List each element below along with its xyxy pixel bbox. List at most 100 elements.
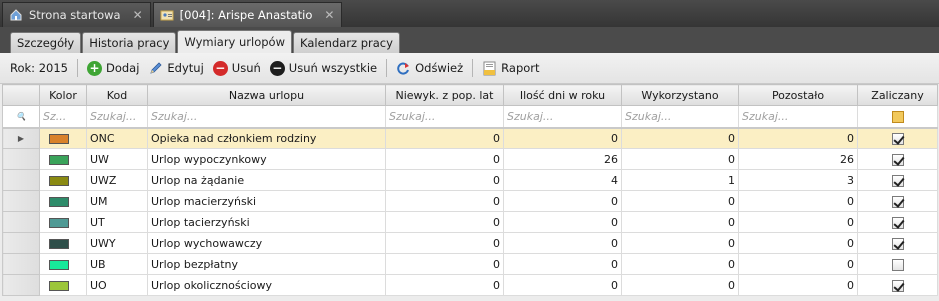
table-row[interactable]: UB Urlop bezpłatny 0 0 0 0 (2, 253, 938, 275)
filter-color[interactable]: Sz... (39, 105, 87, 129)
edit-button[interactable]: Edytuj (148, 61, 204, 76)
column-header-name[interactable]: Nazwa urlopu (147, 84, 386, 106)
filter-row: 🔍 Sz... Szukaj... Szukaj... Szukaj... Sz… (2, 105, 938, 129)
sub-tabs: Szczegóły Historia pracy Wymiary urlopów… (0, 27, 939, 53)
counted-checkbox[interactable] (891, 153, 904, 166)
doc-tab-home[interactable]: Strona startowa ✕ (2, 2, 151, 27)
table-row[interactable]: UM Urlop macierzyński 0 0 0 0 (2, 190, 938, 212)
used-cell: 0 (621, 148, 739, 170)
tab-work-history[interactable]: Historia pracy (82, 32, 177, 53)
remaining-cell: 0 (738, 232, 858, 254)
color-swatch (49, 217, 69, 228)
counted-cell (857, 127, 938, 149)
column-header-code[interactable]: Kod (86, 84, 148, 106)
report-button[interactable]: Raport (482, 61, 540, 76)
filter-name[interactable]: Szukaj... (147, 105, 386, 129)
column-header-carryover[interactable]: Niewyk. z pop. lat (385, 84, 504, 106)
year-selector[interactable]: Rok: 2015 (10, 61, 68, 75)
table-row[interactable]: UWZ Urlop na żądanie 0 4 1 3 (2, 169, 938, 191)
table-row[interactable]: UT Urlop tacierzyński 0 0 0 0 (2, 211, 938, 233)
filter-used[interactable]: Szukaj... (621, 105, 739, 129)
column-header-used[interactable]: Wykorzystano (621, 84, 739, 106)
name-cell: Urlop tacierzyński (147, 211, 386, 233)
close-icon[interactable]: ✕ (133, 8, 143, 22)
row-indicator[interactable] (2, 253, 40, 275)
close-icon[interactable]: ✕ (324, 8, 334, 22)
table-row[interactable]: UWY Urlop wychowawczy 0 0 0 0 (2, 232, 938, 254)
used-cell: 1 (621, 169, 739, 191)
edit-button-label: Edytuj (167, 61, 204, 75)
toolbar-separator (386, 59, 388, 77)
used-cell: 0 (621, 232, 739, 254)
color-swatch (49, 154, 69, 165)
color-cell (39, 148, 87, 170)
row-indicator[interactable]: ▶ (2, 127, 40, 149)
counted-cell (857, 190, 938, 212)
row-indicator[interactable] (2, 232, 40, 254)
row-indicator[interactable] (2, 148, 40, 170)
row-indicator[interactable] (2, 169, 40, 191)
name-cell: Urlop wychowawczy (147, 232, 386, 254)
table-row[interactable]: ▶ ONC Opieka nad członkiem rodziny 0 0 0 0 (2, 127, 938, 149)
code-cell: UB (86, 253, 148, 275)
delete-all-button[interactable]: − Usuń wszystkie (269, 60, 377, 76)
color-cell (39, 211, 87, 233)
delete-button[interactable]: − Usuń (212, 60, 261, 76)
counted-cell (857, 232, 938, 254)
remaining-cell: 0 (738, 127, 858, 149)
leave-table: Kolor Kod Nazwa urlopu Niewyk. z pop. la… (2, 84, 938, 296)
column-header-days-per-year[interactable]: Ilość dni w roku (503, 84, 622, 106)
toolbar-separator (472, 59, 474, 77)
row-indicator[interactable] (2, 211, 40, 233)
counted-checkbox[interactable] (891, 174, 904, 187)
filter-search-icon: 🔍 (2, 105, 40, 129)
refresh-button[interactable]: Odśwież (396, 61, 463, 76)
days-per-year-cell: 0 (503, 190, 622, 212)
refresh-button-label: Odśwież (415, 61, 464, 75)
counted-checkbox[interactable] (891, 237, 904, 250)
carryover-cell: 0 (385, 211, 504, 233)
home-icon (9, 8, 23, 22)
tab-details[interactable]: Szczegóły (10, 32, 82, 53)
report-button-label: Raport (501, 61, 540, 75)
name-cell: Urlop na żądanie (147, 169, 386, 191)
row-indicator[interactable] (2, 190, 40, 212)
column-header-counted[interactable]: Zaliczany (857, 84, 938, 106)
code-cell: UW (86, 148, 148, 170)
days-per-year-cell: 0 (503, 274, 622, 296)
carryover-cell: 0 (385, 148, 504, 170)
days-per-year-cell: 4 (503, 169, 622, 191)
filter-code[interactable]: Szukaj... (86, 105, 148, 129)
filter-checkbox[interactable] (891, 110, 904, 123)
minus-icon: − (269, 60, 285, 76)
doc-tab-employee[interactable]: [004]: Arispe Anastatio ✕ (152, 2, 343, 27)
document-tabs: Strona startowa ✕ [004]: Arispe Anastati… (0, 0, 939, 27)
tab-leave-allowances[interactable]: Wymiary urlopów (177, 30, 293, 53)
table-row[interactable]: UO Urlop okolicznościowy 0 0 0 0 (2, 274, 938, 296)
carryover-cell: 0 (385, 274, 504, 296)
filter-days-per-year[interactable]: Szukaj... (503, 105, 622, 129)
add-button[interactable]: + Dodaj (86, 60, 139, 76)
counted-checkbox[interactable] (891, 258, 904, 271)
code-cell: UT (86, 211, 148, 233)
filter-counted[interactable] (857, 105, 938, 129)
counted-checkbox[interactable] (891, 132, 904, 145)
filter-carryover[interactable]: Szukaj... (385, 105, 504, 129)
counted-checkbox[interactable] (891, 279, 904, 292)
row-indicator[interactable] (2, 274, 40, 296)
table-row[interactable]: UW Urlop wypoczynkowy 0 26 0 26 (2, 148, 938, 170)
color-swatch (49, 259, 69, 270)
carryover-cell: 0 (385, 253, 504, 275)
counted-checkbox[interactable] (891, 216, 904, 229)
filter-remaining[interactable]: Szukaj... (738, 105, 858, 129)
color-swatch (49, 196, 69, 207)
tab-work-calendar[interactable]: Kalendarz pracy (293, 32, 400, 53)
used-cell: 0 (621, 211, 739, 233)
color-cell (39, 253, 87, 275)
column-header-color[interactable]: Kolor (39, 84, 87, 106)
code-cell: UM (86, 190, 148, 212)
minus-icon: − (212, 60, 228, 76)
color-cell (39, 127, 87, 149)
counted-checkbox[interactable] (891, 195, 904, 208)
column-header-remaining[interactable]: Pozostało (738, 84, 858, 106)
